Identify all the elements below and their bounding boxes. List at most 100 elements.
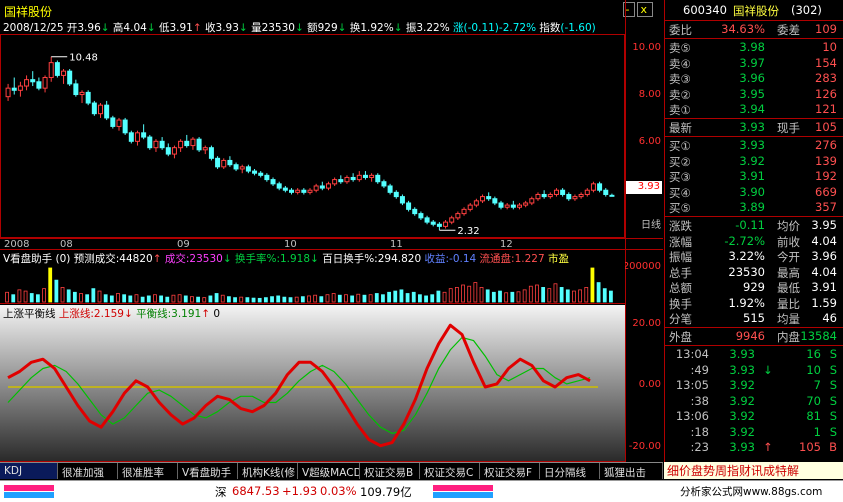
volume-info: V看盘助手 (0) 预测成交:44820↑ 成交:23530↓ 换手率%:1.9… [3, 253, 569, 265]
tab-day-sep[interactable]: 日分隔线 [540, 463, 600, 479]
volume-bar [270, 296, 274, 303]
stat-value: 3.96 [811, 249, 837, 263]
candlestick-chart[interactable]: 10.48 2.32 [0, 34, 625, 238]
last-row: 最新 3.93 现手 105 [667, 120, 840, 135]
current-price-tag: 3.93 [626, 181, 662, 194]
tick-side: S [829, 378, 837, 392]
candle [91, 102, 97, 115]
volume-bar [504, 292, 509, 303]
index-label: 指数 [539, 22, 561, 34]
order-label: 卖① [669, 103, 691, 117]
market-change: +1.93 [282, 484, 318, 498]
volume-bar [430, 294, 435, 303]
candle [418, 213, 424, 219]
candle [61, 70, 67, 76]
tick-arrow: ↓ [763, 362, 773, 377]
date-label: 10 [284, 239, 297, 250]
now-label: 现手 [777, 121, 800, 135]
tab-hz-rate[interactable]: 很准胜率 [118, 463, 178, 479]
stock-num: (302) [791, 3, 822, 17]
tab-v-helper[interactable]: V看盘助手 [178, 463, 238, 479]
volume-bar [411, 291, 416, 303]
stat-value: -2.72% [724, 233, 765, 248]
volume-bar [602, 288, 607, 303]
ind-axis-tick: 20.00 [632, 318, 661, 329]
volume-bar [208, 295, 213, 303]
candle [449, 217, 455, 223]
candle [350, 176, 356, 181]
quote-menu-bar[interactable]: 细价盘势周指财讯成特解 [664, 462, 843, 479]
order-volume: 276 [815, 138, 837, 152]
bid-row-4: 买④ 3.90 669 [667, 185, 840, 200]
tab-inst-kline[interactable]: 机构K线(修 [238, 463, 298, 479]
stat-value: 4.04 [811, 233, 837, 248]
stat-row: 涨幅 -2.72% 前收 4.04 [667, 234, 840, 249]
indicator-tabs: KDJ 很准加强 很准胜率 V看盘助手 机构K线(修 V超级MACD 权证交易B… [0, 462, 663, 479]
candle [36, 81, 42, 89]
outer-value: 9946 [735, 329, 765, 343]
tab-hz-plus[interactable]: 很准加强 [58, 463, 118, 479]
zero-label: 0 [213, 308, 221, 320]
order-price: 3.98 [739, 40, 765, 54]
volume-bar [42, 288, 46, 303]
last-value: 3.93 [739, 120, 765, 134]
candle [30, 79, 36, 83]
candle [258, 172, 264, 176]
candle [178, 140, 184, 149]
volume-bar [578, 289, 583, 303]
candle [436, 223, 442, 227]
tick-row: 13:06 3.92 81 S [667, 409, 840, 424]
tick-price: 3.93 [729, 440, 755, 454]
turnover-value: 1.918 [279, 253, 311, 265]
tab-warrant-b[interactable]: 权证交易B [360, 463, 420, 479]
volume-bar [109, 295, 114, 303]
weibi-row: 委比 34.63% 委差 109 [667, 22, 840, 37]
candle [233, 164, 239, 170]
tick-side: S [829, 362, 837, 377]
candle [110, 117, 116, 127]
candle [547, 193, 553, 198]
tick-row: :49 3.93 ↓ 10 S [667, 363, 840, 378]
order-price: 3.95 [739, 86, 765, 101]
vol-value: 23530 [189, 253, 223, 265]
stat-value: 3.95 [811, 218, 837, 232]
order-volume: 283 [815, 71, 837, 85]
balance-line [7, 336, 591, 434]
date-label: 12 [500, 239, 513, 250]
volume-bar [233, 297, 237, 303]
low-value: 3.91 [169, 22, 193, 34]
tick-row: 13:04 3.93 16 S [667, 347, 840, 362]
date-axis: 2008 08 09 10 11 12 [0, 238, 663, 250]
stock-code: 600340 [683, 3, 727, 17]
tab-super-macd[interactable]: V超级MACD [298, 463, 360, 479]
tab-warrant-c[interactable]: 权证交易C [420, 463, 480, 479]
gain-label: 收益: [424, 253, 450, 265]
candle [393, 191, 399, 198]
tab-fox[interactable]: 狐狸出击 [600, 463, 663, 479]
volume-bar [559, 287, 564, 303]
candle [498, 202, 504, 208]
forecast-value: 44820 [119, 253, 153, 265]
net-indicator-red-2 [433, 485, 493, 491]
candle [196, 138, 202, 151]
candle [566, 193, 572, 200]
tab-kdj[interactable]: KDJ [0, 463, 58, 479]
volume-bar [5, 291, 9, 303]
tick-row: 13:05 3.92 7 S [667, 378, 840, 393]
volume-bar [282, 296, 287, 303]
volume-bar [300, 296, 305, 303]
bid-row-1: 买① 3.93 276 [667, 138, 840, 153]
volume-bar [220, 294, 225, 303]
candle [5, 87, 11, 98]
weicha-label: 委差 [777, 23, 800, 37]
vol-value: 23530 [261, 22, 295, 34]
balance-indicator-chart[interactable] [0, 305, 625, 462]
tab-warrant-f[interactable]: 权证交易F [480, 463, 540, 479]
candle [369, 174, 375, 178]
candle [609, 194, 615, 197]
volume-bar [461, 284, 465, 303]
volume-bar [257, 297, 262, 303]
tick-row: :18 3.92 1 S [667, 425, 840, 440]
volume-bar [516, 291, 521, 303]
open-label: 开 [66, 22, 78, 34]
